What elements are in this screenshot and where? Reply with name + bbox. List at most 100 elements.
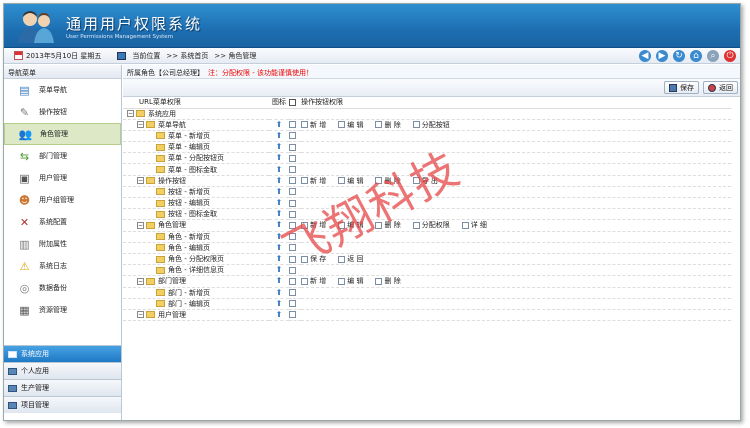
back-button[interactable]: 返回 bbox=[703, 81, 738, 94]
menu-checkbox[interactable] bbox=[289, 221, 296, 229]
menu-checkbox[interactable] bbox=[289, 244, 296, 252]
op-checkbox-item[interactable]: 新 增 bbox=[301, 277, 326, 285]
op-checkbox[interactable] bbox=[338, 121, 346, 129]
op-checkbox[interactable] bbox=[375, 277, 383, 285]
menu-checkbox[interactable] bbox=[289, 300, 296, 308]
op-checkbox-item[interactable]: 导 出 bbox=[412, 177, 438, 185]
select-all-toggle[interactable] bbox=[289, 97, 301, 109]
expand-toggle-icon[interactable]: − bbox=[127, 110, 134, 118]
menu-checkbox[interactable] bbox=[289, 188, 296, 196]
op-checkbox-item[interactable]: 删 除 bbox=[375, 177, 401, 185]
row-checkbox-cell bbox=[289, 309, 301, 322]
forward-arrow-icon[interactable]: ▶ bbox=[656, 50, 668, 62]
op-checkbox[interactable] bbox=[375, 221, 383, 229]
icon-cell: ⬆ bbox=[269, 163, 289, 176]
op-checkbox-item[interactable]: 分配权限 bbox=[412, 221, 450, 229]
sidebar-item-departments[interactable]: ⇆ 部门管理 bbox=[4, 145, 121, 167]
user-icon: ▣ bbox=[19, 171, 30, 185]
menu-checkbox[interactable] bbox=[289, 233, 296, 241]
op-checkbox-item[interactable]: 详 细 bbox=[461, 221, 487, 229]
breadcrumb-home[interactable]: >> 系统首页 bbox=[166, 51, 208, 61]
menu-checkbox[interactable] bbox=[289, 277, 296, 285]
menu-checkbox[interactable] bbox=[289, 177, 296, 185]
back-arrow-icon[interactable]: ◀ bbox=[639, 50, 651, 62]
menu-checkbox[interactable] bbox=[289, 289, 296, 297]
sidebar-item-users[interactable]: ▣ 用户管理 bbox=[4, 167, 121, 189]
op-checkbox[interactable] bbox=[338, 177, 346, 185]
op-checkbox-item[interactable]: 编 辑 bbox=[338, 277, 363, 285]
op-checkbox[interactable] bbox=[301, 177, 308, 185]
exit-icon[interactable]: ⏻ bbox=[724, 50, 736, 62]
user-group-icon: ☻ bbox=[18, 193, 31, 207]
op-checkbox-item[interactable]: 新 增 bbox=[301, 121, 326, 129]
menu-checkbox[interactable] bbox=[289, 143, 296, 151]
menu-checkbox[interactable] bbox=[289, 199, 296, 207]
expand-toggle-icon[interactable]: − bbox=[137, 121, 144, 129]
menu-checkbox[interactable] bbox=[289, 121, 296, 129]
menu-checkbox[interactable] bbox=[289, 132, 296, 140]
group-projects[interactable]: 项目管理 bbox=[4, 396, 121, 413]
table-row: 菜单 - 分配按钮页 ⬆ bbox=[123, 152, 731, 165]
sidebar-item-config[interactable]: ✕ 系统配置 bbox=[4, 211, 121, 233]
op-checkbox[interactable] bbox=[338, 221, 346, 229]
op-checkbox[interactable] bbox=[412, 177, 420, 185]
menu-row-icon: ⬆ bbox=[275, 142, 283, 152]
op-checkbox[interactable] bbox=[375, 177, 383, 185]
sidebar-item-backup[interactable]: ◎ 数据备份 bbox=[4, 277, 121, 299]
op-checkbox[interactable] bbox=[301, 277, 308, 285]
op-checkbox-item[interactable]: 新 增 bbox=[301, 177, 326, 185]
sidebar-item-logs[interactable]: ⚠ 系统日志 bbox=[4, 255, 121, 277]
save-button[interactable]: 保存 bbox=[664, 81, 699, 94]
group-personal-apps[interactable]: 个人应用 bbox=[4, 362, 121, 379]
menu-checkbox[interactable] bbox=[289, 266, 296, 274]
op-checkbox-item[interactable]: 分配按钮 bbox=[412, 121, 450, 129]
op-checkbox[interactable] bbox=[412, 221, 420, 229]
op-checkbox[interactable] bbox=[412, 121, 420, 129]
home-icon[interactable]: ⌂ bbox=[690, 50, 702, 62]
search-icon[interactable]: ⌕ bbox=[707, 50, 719, 62]
op-checkbox-item[interactable]: 编 辑 bbox=[338, 121, 363, 129]
table-row: 菜单 - 图标金取 ⬆ bbox=[123, 163, 731, 176]
table-row: 角色 - 详细信息页 ⬆ bbox=[123, 264, 731, 277]
ops-cell bbox=[301, 231, 731, 243]
group-production[interactable]: 生产管理 bbox=[4, 379, 121, 396]
expand-toggle-icon[interactable]: − bbox=[137, 221, 144, 229]
refresh-icon[interactable]: ↻ bbox=[673, 50, 685, 62]
sidebar-item-buttons[interactable]: ✎ 操作按钮 bbox=[4, 101, 121, 123]
op-checkbox[interactable] bbox=[461, 221, 469, 229]
menu-checkbox[interactable] bbox=[289, 166, 296, 174]
menu-row-icon: ⬆ bbox=[275, 130, 283, 140]
expand-toggle-icon[interactable]: − bbox=[137, 277, 144, 285]
op-checkbox-item[interactable]: 新 增 bbox=[301, 221, 326, 229]
op-checkbox-item[interactable]: 返 回 bbox=[338, 255, 363, 263]
op-checkbox[interactable] bbox=[375, 121, 383, 129]
op-checkbox-item[interactable]: 编 辑 bbox=[338, 177, 363, 185]
op-checkbox[interactable] bbox=[301, 221, 308, 229]
table-row: 菜单 - 新增页 ⬆ bbox=[123, 130, 731, 143]
menu-checkbox[interactable] bbox=[289, 154, 296, 162]
op-checkbox[interactable] bbox=[301, 121, 308, 129]
sidebar-item-user-groups[interactable]: ☻ 用户组管理 bbox=[4, 189, 121, 211]
row-checkbox-cell bbox=[289, 175, 301, 187]
row-checkbox-cell bbox=[289, 163, 301, 176]
op-checkbox-item[interactable]: 删 除 bbox=[375, 277, 401, 285]
op-checkbox-item[interactable]: 删 除 bbox=[375, 121, 401, 129]
op-label: 新 增 bbox=[310, 176, 327, 185]
sidebar-item-roles[interactable]: 👥 角色管理 bbox=[4, 123, 121, 145]
op-checkbox[interactable] bbox=[301, 255, 308, 263]
expand-toggle-icon[interactable]: − bbox=[137, 177, 144, 185]
expand-toggle-icon[interactable]: − bbox=[137, 311, 144, 319]
op-checkbox-item[interactable]: 删 除 bbox=[375, 221, 401, 229]
sidebar-item-attributes[interactable]: ▥ 附加属性 bbox=[4, 233, 121, 255]
op-checkbox[interactable] bbox=[338, 277, 346, 285]
menu-checkbox[interactable] bbox=[289, 255, 296, 263]
menu-checkbox[interactable] bbox=[289, 210, 296, 218]
op-checkbox[interactable] bbox=[338, 255, 346, 263]
sidebar-item-menu-nav[interactable]: ▤ 菜单导航 bbox=[4, 79, 121, 101]
sidebar-item-resources[interactable]: ▦ 资源管理 bbox=[4, 299, 121, 321]
menu-row-icon: ⬆ bbox=[275, 309, 283, 319]
menu-checkbox[interactable] bbox=[289, 311, 296, 319]
op-checkbox-item[interactable]: 保 存 bbox=[301, 255, 326, 263]
op-checkbox-item[interactable]: 编 辑 bbox=[338, 221, 363, 229]
group-system-apps[interactable]: 系统应用 bbox=[4, 345, 121, 362]
